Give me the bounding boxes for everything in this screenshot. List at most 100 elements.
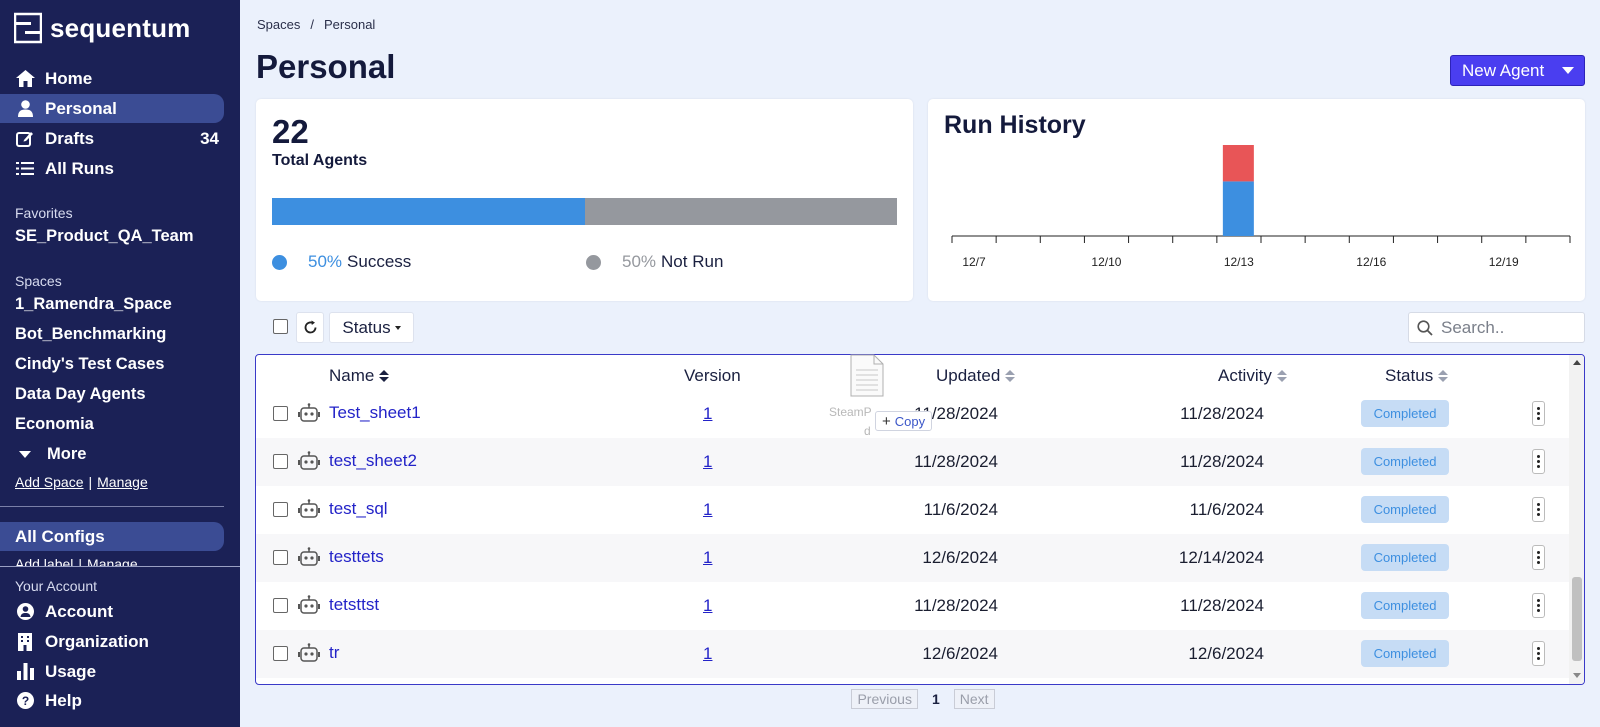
status-filter-label: Status — [342, 317, 391, 337]
favorite-item[interactable]: SE_Product_QA_Team — [15, 227, 194, 246]
next-page-button[interactable]: Next — [953, 689, 995, 709]
scrollbar-thumb[interactable] — [1572, 577, 1582, 661]
row-menu-button[interactable] — [1532, 593, 1545, 618]
agent-name-link[interactable]: test_sheet2 — [329, 451, 417, 471]
legend-success: 50% Success — [272, 252, 411, 272]
nav-home[interactable]: Home — [0, 64, 224, 93]
header-version-label: Version — [684, 366, 741, 385]
row-menu-button[interactable] — [1532, 545, 1545, 570]
plus-icon: + — [882, 412, 891, 430]
caret-down-icon — [394, 325, 401, 330]
nav-help[interactable]: ? Help — [0, 686, 224, 715]
table-row[interactable]: testtets 1 12/6/2024 12/14/2024 Complete… — [256, 534, 1569, 582]
updated-cell: 11/6/2024 — [923, 500, 998, 519]
space-item[interactable]: Cindy's Test Cases — [15, 355, 164, 374]
updated-cell: 11/28/2024 — [914, 596, 998, 615]
nav-drafts[interactable]: Drafts 34 — [0, 124, 224, 153]
space-item[interactable]: Bot_Benchmarking — [15, 325, 166, 344]
not-run-percent: 50% — [622, 252, 657, 271]
current-page[interactable]: 1 — [932, 691, 940, 707]
agent-name-link[interactable]: tr — [329, 643, 339, 663]
status-badge: Completed — [1361, 592, 1449, 619]
agent-name-link[interactable]: testtets — [329, 547, 384, 567]
nav-personal[interactable]: Personal — [0, 94, 224, 123]
header-activity-label: Activity — [1218, 366, 1272, 385]
status-badge: Completed — [1361, 400, 1449, 427]
logo[interactable]: sequentum — [14, 12, 190, 44]
run-bar[interactable] — [1222, 181, 1254, 236]
activity-cell: 11/28/2024 — [1180, 596, 1264, 615]
updated-cell: 12/6/2024 — [922, 644, 998, 663]
run-bar[interactable] — [1222, 145, 1254, 182]
search-icon — [1417, 319, 1433, 336]
header-status[interactable]: Status — [1385, 366, 1449, 386]
row-checkbox[interactable] — [273, 454, 288, 469]
row-checkbox[interactable] — [273, 406, 288, 421]
not-run-dot-icon — [586, 254, 601, 270]
table-scrollbar[interactable] — [1569, 355, 1584, 684]
select-all-checkbox[interactable] — [273, 319, 288, 334]
robot-icon — [298, 547, 320, 566]
agent-name-link[interactable]: Test_sheet1 — [329, 403, 421, 423]
refresh-button[interactable] — [296, 312, 324, 343]
version-link[interactable]: 1 — [703, 644, 712, 664]
more-toggle[interactable]: More — [15, 445, 86, 464]
space-item[interactable]: Data Day Agents — [15, 385, 146, 404]
new-agent-button[interactable]: New Agent — [1450, 55, 1585, 86]
total-agents-card: 22 Total Agents 50% Success 50% Not Run — [256, 99, 913, 301]
version-link[interactable]: 1 — [703, 500, 712, 520]
previous-page-button[interactable]: Previous — [851, 689, 918, 709]
status-filter-dropdown[interactable]: Status — [329, 312, 414, 343]
search-box[interactable] — [1408, 312, 1585, 343]
nav-organization[interactable]: Organization — [0, 627, 224, 656]
scroll-up-icon[interactable] — [1573, 360, 1581, 365]
nav-usage[interactable]: Usage — [0, 657, 224, 686]
manage-spaces-link[interactable]: Manage — [97, 474, 148, 490]
header-updated[interactable]: Updated — [936, 366, 1016, 386]
space-item[interactable]: Economia — [15, 415, 94, 434]
sidebar-divider — [0, 506, 224, 507]
table-row[interactable]: test_sql 1 11/6/2024 11/6/2024 Completed — [256, 486, 1569, 534]
status-progress-bar — [272, 198, 897, 225]
nav-all-runs[interactable]: All Runs — [0, 154, 224, 183]
row-menu-button[interactable] — [1532, 641, 1545, 666]
building-icon — [15, 632, 35, 652]
copy-label: Copy — [894, 413, 926, 429]
row-checkbox[interactable] — [273, 502, 288, 517]
row-menu-button[interactable] — [1532, 497, 1545, 522]
table-row[interactable]: tetsttst 1 11/28/2024 11/28/2024 Complet… — [256, 582, 1569, 630]
row-checkbox[interactable] — [273, 598, 288, 613]
nav-all-configs[interactable]: All Configs — [0, 522, 224, 551]
page-title: Personal — [256, 48, 396, 85]
version-link[interactable]: 1 — [703, 404, 712, 424]
total-agents-count: 22 — [272, 113, 309, 150]
table-row[interactable]: tr 1 12/6/2024 12/6/2024 Completed — [256, 630, 1569, 678]
legend-not-run: 50% Not Run — [586, 252, 723, 272]
nav-label: Help — [45, 690, 82, 710]
table-row[interactable]: test_sheet2 1 11/28/2024 11/28/2024 Comp… — [256, 438, 1569, 486]
header-activity[interactable]: Activity — [1218, 366, 1287, 386]
scroll-down-icon[interactable] — [1573, 673, 1581, 678]
not-run-label: Not Run — [661, 252, 724, 271]
space-item[interactable]: 1_Ramendra_Space — [15, 295, 172, 314]
sort-icon — [1005, 370, 1016, 382]
row-checkbox[interactable] — [273, 550, 288, 565]
agent-name-link[interactable]: test_sql — [329, 499, 388, 519]
row-menu-button[interactable] — [1532, 401, 1545, 426]
add-space-link[interactable]: Add Space — [15, 474, 84, 490]
nav-account[interactable]: Account — [0, 597, 224, 626]
version-link[interactable]: 1 — [703, 596, 712, 616]
header-status-label: Status — [1385, 366, 1434, 385]
total-agents-label: Total Agents — [272, 152, 368, 169]
agent-name-link[interactable]: tetsttst — [329, 595, 379, 615]
account-section: Your Account Account Organization Usage … — [0, 566, 240, 727]
activity-cell: 11/28/2024 — [1180, 404, 1264, 423]
svg-text:?: ? — [21, 694, 28, 708]
row-checkbox[interactable] — [273, 646, 288, 661]
header-name[interactable]: Name — [329, 366, 390, 386]
version-link[interactable]: 1 — [703, 452, 712, 472]
search-input[interactable] — [1441, 317, 1581, 338]
version-link[interactable]: 1 — [703, 548, 712, 568]
row-menu-button[interactable] — [1532, 449, 1545, 474]
breadcrumb-spaces[interactable]: Spaces — [257, 17, 300, 32]
